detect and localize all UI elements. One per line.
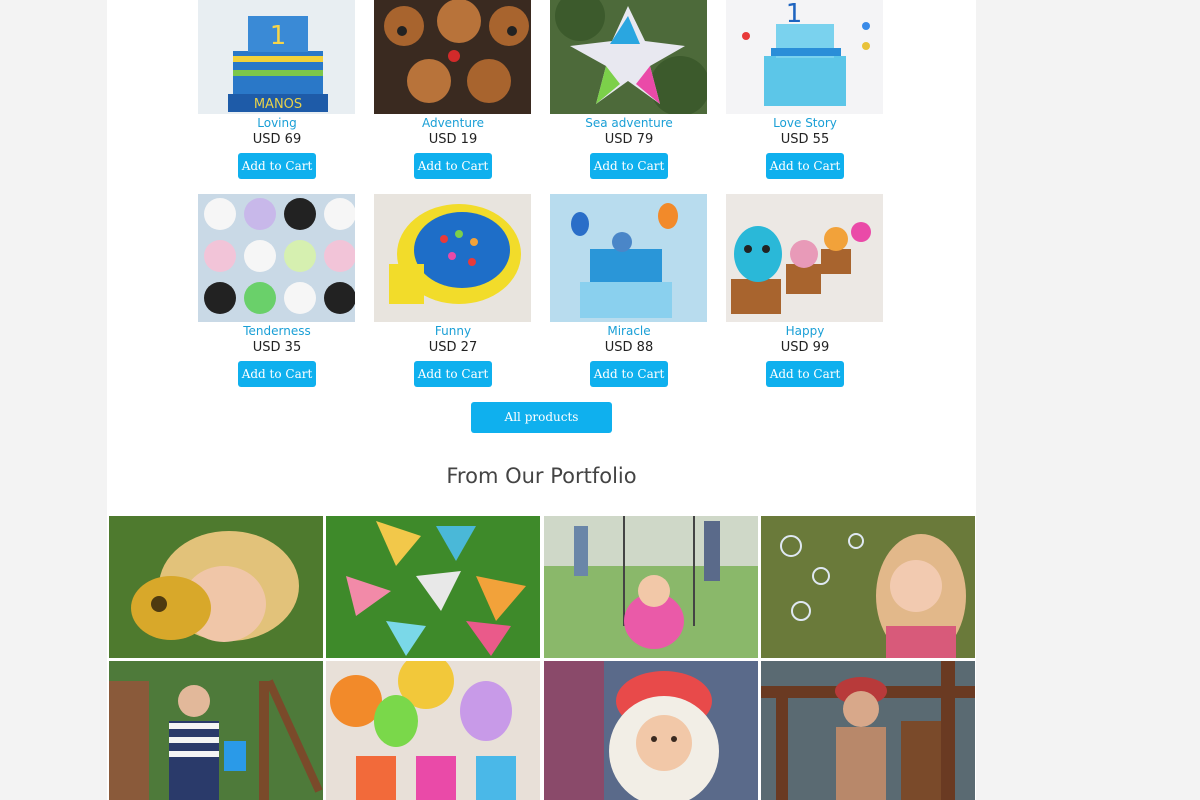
- page-content: 1 MANOS Loving USD 69 Add to Cart Advent…: [107, 0, 976, 800]
- portfolio-photo[interactable]: [544, 516, 758, 658]
- portfolio-photo[interactable]: [109, 661, 323, 800]
- product-name-link[interactable]: Miracle: [550, 324, 708, 339]
- add-to-cart-button[interactable]: Add to Cart: [590, 153, 668, 179]
- product-name-link[interactable]: Sea adventure: [550, 116, 708, 131]
- svg-text:MANOS: MANOS: [254, 97, 302, 112]
- all-products-button[interactable]: All products: [471, 402, 612, 433]
- portfolio-photo[interactable]: [761, 661, 975, 800]
- product-price: USD 27: [428, 340, 478, 355]
- product-price: USD 19: [428, 132, 478, 147]
- product-card: Happy USD 99 Add to Cart: [726, 194, 884, 387]
- add-to-cart-button[interactable]: Add to Cart: [766, 361, 844, 387]
- product-name-link[interactable]: Tenderness: [198, 324, 356, 339]
- product-card: Sea adventure USD 79 Add to Cart: [550, 0, 708, 179]
- portfolio-photo[interactable]: [326, 516, 540, 658]
- add-to-cart-button[interactable]: Add to Cart: [414, 153, 492, 179]
- portfolio-photo[interactable]: [761, 516, 975, 658]
- portfolio-photo[interactable]: [109, 516, 323, 658]
- product-image-cupcakes[interactable]: [198, 194, 355, 322]
- product-name-link[interactable]: Adventure: [374, 116, 532, 131]
- add-to-cart-button[interactable]: Add to Cart: [238, 361, 316, 387]
- product-card: 1 MANOS Loving USD 69 Add to Cart: [198, 0, 356, 179]
- product-card: 1 Love Story USD 55 Add to Cart: [726, 0, 884, 179]
- product-price: USD 88: [604, 340, 654, 355]
- product-name-link[interactable]: Loving: [198, 116, 356, 131]
- product-name-link[interactable]: Happy: [726, 324, 884, 339]
- svg-text:1: 1: [786, 0, 803, 29]
- product-image-cupcakes[interactable]: [374, 0, 531, 114]
- product-card: Adventure USD 19 Add to Cart: [374, 0, 532, 179]
- product-card: Miracle USD 88 Add to Cart: [550, 194, 708, 387]
- portfolio-photo[interactable]: [326, 661, 540, 800]
- product-price: USD 55: [780, 132, 830, 147]
- portfolio-photo[interactable]: [544, 661, 758, 800]
- portfolio-title: From Our Portfolio: [446, 464, 637, 488]
- add-to-cart-button[interactable]: Add to Cart: [766, 153, 844, 179]
- product-price: USD 35: [252, 340, 302, 355]
- add-to-cart-button[interactable]: Add to Cart: [590, 361, 668, 387]
- product-price: USD 79: [604, 132, 654, 147]
- product-price: USD 99: [780, 340, 830, 355]
- product-image-cupcakes[interactable]: [726, 194, 883, 322]
- product-price: USD 69: [252, 132, 302, 147]
- product-image-cake[interactable]: 1 MANOS: [198, 0, 355, 114]
- svg-text:1: 1: [270, 21, 287, 51]
- product-name-link[interactable]: Funny: [374, 324, 532, 339]
- product-image-fishing-game[interactable]: [374, 194, 531, 322]
- add-to-cart-button[interactable]: Add to Cart: [238, 153, 316, 179]
- product-image-cake[interactable]: [550, 194, 707, 322]
- product-card: Tenderness USD 35 Add to Cart: [198, 194, 356, 387]
- product-name-link[interactable]: Love Story: [726, 116, 884, 131]
- add-to-cart-button[interactable]: Add to Cart: [414, 361, 492, 387]
- product-image-cake[interactable]: 1: [726, 0, 883, 114]
- product-image-pinata[interactable]: [550, 0, 707, 114]
- product-card: Funny USD 27 Add to Cart: [374, 194, 532, 387]
